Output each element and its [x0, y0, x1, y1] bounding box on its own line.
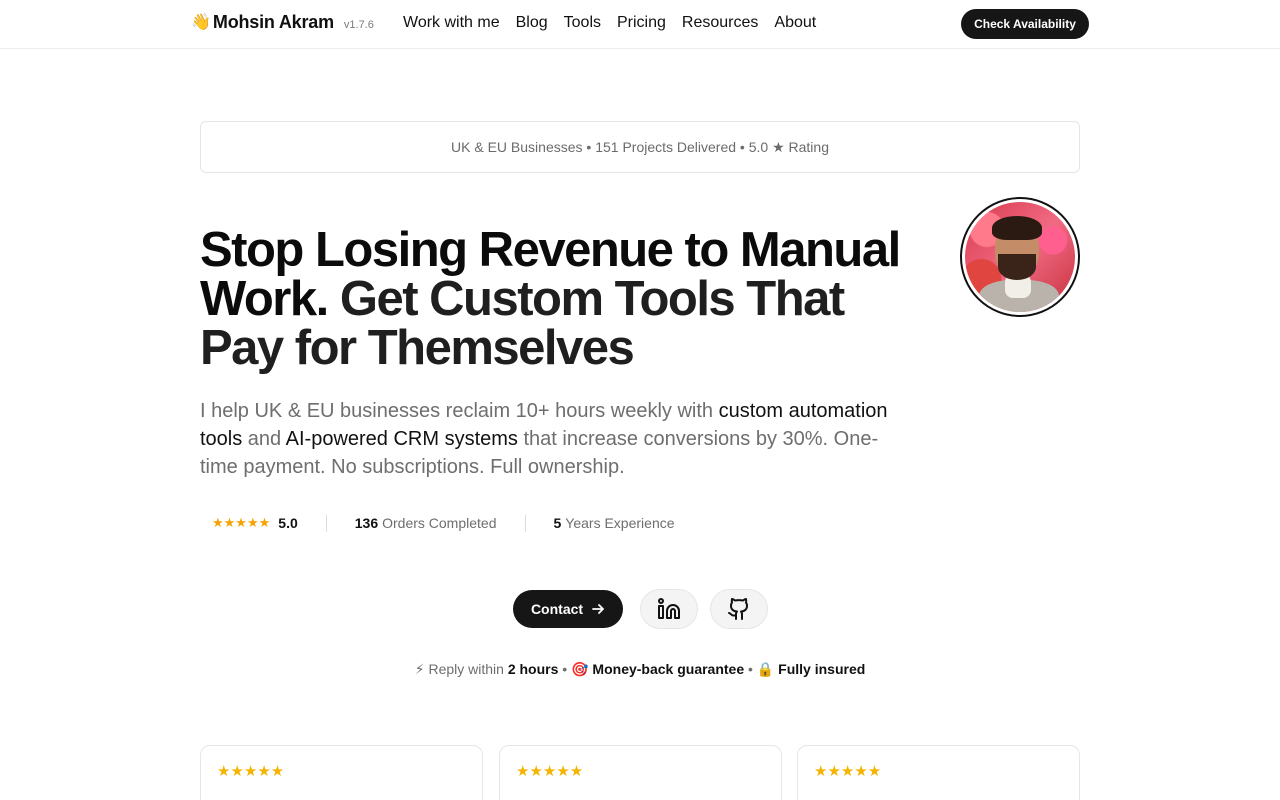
reply-text: Reply within — [428, 661, 504, 677]
brand-name[interactable]: Mohsin Akram — [213, 12, 334, 33]
review-card: ★★★★★ — [200, 745, 483, 800]
site-header: 👋 Mohsin Akram v1.7.6 Work with me Blog … — [0, 0, 1280, 49]
linkedin-button[interactable] — [640, 589, 698, 629]
money-back-text: Money-back guarantee — [592, 661, 745, 677]
review-card: ★★★★★ — [499, 745, 782, 800]
main-nav: Work with me Blog Tools Pricing Resource… — [403, 14, 816, 32]
linkedin-icon — [658, 598, 680, 619]
avatar — [960, 197, 1080, 317]
orders-label: Orders Completed — [382, 515, 497, 531]
avatar-hair-shape — [992, 216, 1042, 240]
github-button[interactable] — [710, 589, 768, 629]
waving-hand-icon: 👋 — [191, 14, 211, 31]
github-icon — [728, 598, 749, 620]
contact-label: Contact — [530, 601, 584, 617]
avatar-beard-shape — [998, 254, 1036, 280]
rating-value: 5.0 — [278, 515, 298, 531]
lead-highlight-crm: AI-powered CRM systems — [285, 428, 518, 450]
years-label: Years Experience — [565, 515, 675, 531]
insured-text: Fully insured — [778, 661, 866, 677]
nav-tools[interactable]: Tools — [564, 14, 601, 32]
nav-work-with-me[interactable]: Work with me — [403, 14, 500, 32]
hero-lead: I help UK & EU businesses reclaim 10+ ho… — [200, 397, 906, 481]
nav-pricing[interactable]: Pricing — [617, 14, 666, 32]
arrow-right-icon — [592, 604, 604, 614]
reply-time: 2 hours — [507, 661, 559, 677]
stat-divider — [325, 514, 327, 532]
review-stars-icon: ★★★★★ — [516, 763, 584, 780]
review-card: ★★★★★ — [797, 745, 1080, 800]
years-value: 5 — [553, 515, 562, 531]
check-availability-button[interactable]: Check Availability — [961, 9, 1089, 39]
lead-text-2: and — [242, 428, 286, 450]
separator-dot: • — [562, 661, 568, 677]
nav-resources[interactable]: Resources — [682, 14, 758, 32]
avatar-photo — [965, 202, 1075, 312]
target-icon: 🎯 — [571, 661, 589, 677]
review-stars-icon: ★★★★★ — [814, 763, 882, 780]
contact-button[interactable]: Contact — [513, 590, 623, 628]
separator-dot: • — [748, 661, 753, 677]
orders-value: 136 — [354, 515, 379, 531]
brand[interactable]: 👋 Mohsin Akram v1.7.6 — [191, 12, 374, 33]
lead-text-1: I help UK & EU businesses reclaim 10+ ho… — [200, 400, 719, 422]
hero-title: Stop Losing Revenue to Manual Work. Get … — [200, 226, 920, 373]
trust-strip: UK & EU Businesses • 151 Projects Delive… — [200, 121, 1080, 173]
stats-row: ★★★★★ 5.0 136 Orders Completed 5 Years E… — [212, 512, 675, 534]
nav-blog[interactable]: Blog — [516, 14, 548, 32]
nav-about[interactable]: About — [774, 14, 816, 32]
guarantee-line: ⚡ Reply within 2 hours • 🎯 Money-back gu… — [0, 661, 1280, 678]
stat-divider — [524, 514, 526, 532]
lock-icon: 🔒 — [756, 661, 775, 677]
rating-stars-icon: ★★★★★ — [212, 515, 271, 530]
review-stars-icon: ★★★★★ — [217, 763, 285, 780]
lightning-icon: ⚡ — [414, 661, 425, 677]
version-badge: v1.7.6 — [343, 19, 374, 31]
